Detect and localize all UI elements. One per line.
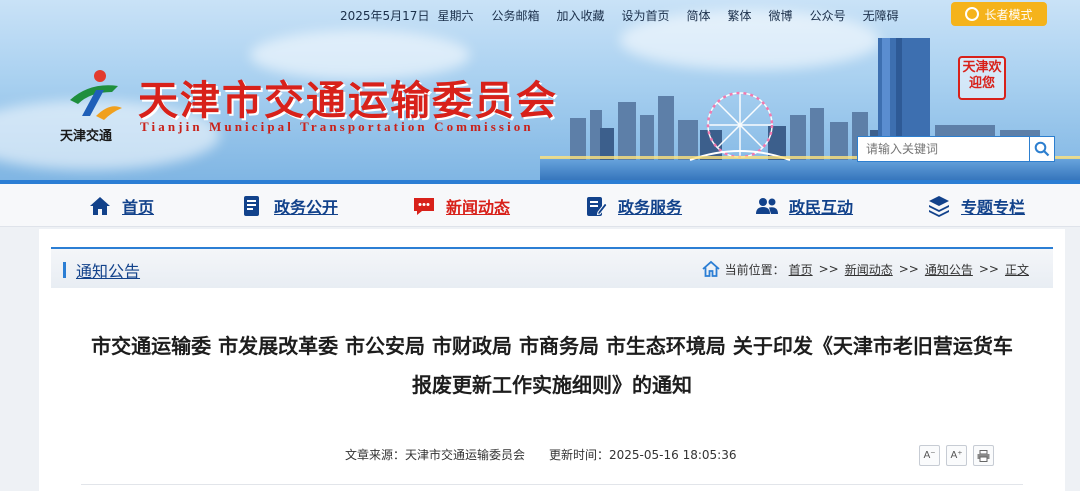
welcome-seal: 天津欢迎您: [958, 56, 1006, 100]
font-larger-button[interactable]: A⁺: [946, 445, 967, 466]
link-wechat-account[interactable]: 公众号: [810, 7, 863, 24]
edit-form-icon: [587, 197, 608, 216]
section-marker: [63, 262, 66, 278]
article-updated-time: 更新时间：2025-05-16 18:05:36: [549, 448, 737, 462]
article-meta: 文章来源：天津市交通运输委员会 更新时间：2025-05-16 18:05:36: [345, 446, 736, 463]
nav-item-news[interactable]: 新闻动态: [412, 192, 510, 220]
home-outline-icon: [702, 260, 720, 277]
site-title: 天津市交通运输委员会: [138, 77, 558, 124]
breadcrumb-home[interactable]: 首页: [789, 261, 813, 278]
nav-label: 新闻动态: [446, 198, 511, 217]
current-weekday: 星期六: [437, 8, 474, 23]
breadcrumb-separator: >>: [818, 262, 839, 276]
print-icon: [977, 449, 990, 462]
link-traditional[interactable]: 繁体: [728, 7, 769, 24]
current-date: 2025年5月17日: [340, 8, 430, 23]
link-accessibility[interactable]: 无障碍: [863, 7, 916, 24]
link-simplified[interactable]: 简体: [687, 7, 728, 24]
breadcrumb: 当前位置： 首页 >> 新闻动态 >> 通知公告 >> 正文: [701, 260, 1029, 278]
nav-label: 首页: [122, 198, 155, 217]
site-subtitle: Tianjin Municipal Transportation Commiss…: [140, 119, 534, 134]
link-set-homepage[interactable]: 设为首页: [622, 7, 687, 24]
welcome-seal-text: 天津欢迎您: [962, 60, 1002, 91]
home-icon: [90, 197, 110, 215]
nav-item-special-topics[interactable]: 专题专栏: [927, 192, 1025, 220]
article-tools: A⁻ A⁺: [919, 445, 994, 466]
elder-mode-button[interactable]: 长者模式: [951, 2, 1047, 26]
site-header: 2025年5月17日 星期六 公务邮箱 加入收藏 设为首页 简体 繁体 微博 公…: [0, 0, 1080, 183]
section-title[interactable]: 通知公告: [76, 258, 140, 282]
main-nav: 首页 政务公开 新闻动态 政务服务 政民互动 专题专栏: [0, 184, 1080, 227]
nav-label: 政务公开: [274, 198, 339, 217]
print-button[interactable]: [973, 445, 994, 466]
article-title-line: 报废更新工作实施细则》的通知: [412, 373, 692, 397]
font-smaller-icon: A⁻: [923, 450, 936, 461]
nav-label: 政民互动: [789, 198, 854, 217]
article-source: 文章来源：天津市交通运输委员会: [345, 448, 526, 462]
article-title-line: 市交通运输委 市发展改革委 市公安局 市财政局 市商务局 市生态环境局 关于印发…: [91, 334, 1013, 358]
search-box: [857, 136, 1055, 162]
link-add-favorite[interactable]: 加入收藏: [556, 7, 621, 24]
layers-icon: [929, 196, 949, 217]
divider: [81, 484, 1023, 485]
logo-caption: 天津交通: [60, 129, 113, 144]
nav-label: 专题专栏: [961, 198, 1026, 217]
elder-mode-label: 长者模式: [984, 7, 1033, 22]
main-content: 通知公告 当前位置： 首页 >> 新闻动态 >> 通知公告 >> 正文 市交通运…: [39, 229, 1065, 491]
document-icon: [244, 196, 259, 216]
link-official-mail[interactable]: 公务邮箱: [491, 7, 556, 24]
nav-item-home[interactable]: 首页: [88, 192, 154, 220]
article-title: 市交通运输委 市发展改革委 市公安局 市财政局 市商务局 市生态环境局 关于印发…: [79, 327, 1025, 405]
link-weibo[interactable]: 微博: [769, 7, 810, 24]
search-icon: [1034, 141, 1050, 157]
search-button[interactable]: [1029, 136, 1055, 162]
breadcrumb-separator: >>: [978, 262, 999, 276]
font-larger-icon: A⁺: [950, 450, 963, 461]
chat-bubble-icon: [414, 198, 434, 215]
breadcrumb-news[interactable]: 新闻动态: [845, 261, 893, 278]
people-icon: [756, 198, 778, 214]
nav-item-services[interactable]: 政务服务: [584, 192, 682, 220]
breadcrumb-notices[interactable]: 通知公告: [925, 261, 973, 278]
nav-label: 政务服务: [618, 198, 683, 217]
section-header-bar: 通知公告 当前位置： 首页 >> 新闻动态 >> 通知公告 >> 正文: [51, 247, 1053, 288]
font-smaller-button[interactable]: A⁻: [919, 445, 940, 466]
elder-mode-icon: [965, 7, 980, 21]
nav-item-interaction[interactable]: 政民互动: [755, 192, 853, 220]
breadcrumb-prefix: 当前位置：: [724, 262, 785, 277]
top-utility-bar: 2025年5月17日 星期六 公务邮箱 加入收藏 设为首页 简体 繁体 微博 公…: [340, 4, 916, 26]
site-logo: [70, 70, 122, 120]
breadcrumb-separator: >>: [898, 262, 919, 276]
search-input[interactable]: [857, 136, 1029, 162]
section-title-group: 通知公告: [63, 258, 140, 282]
breadcrumb-current[interactable]: 正文: [1005, 261, 1029, 278]
nav-item-government-affairs[interactable]: 政务公开: [240, 192, 338, 220]
